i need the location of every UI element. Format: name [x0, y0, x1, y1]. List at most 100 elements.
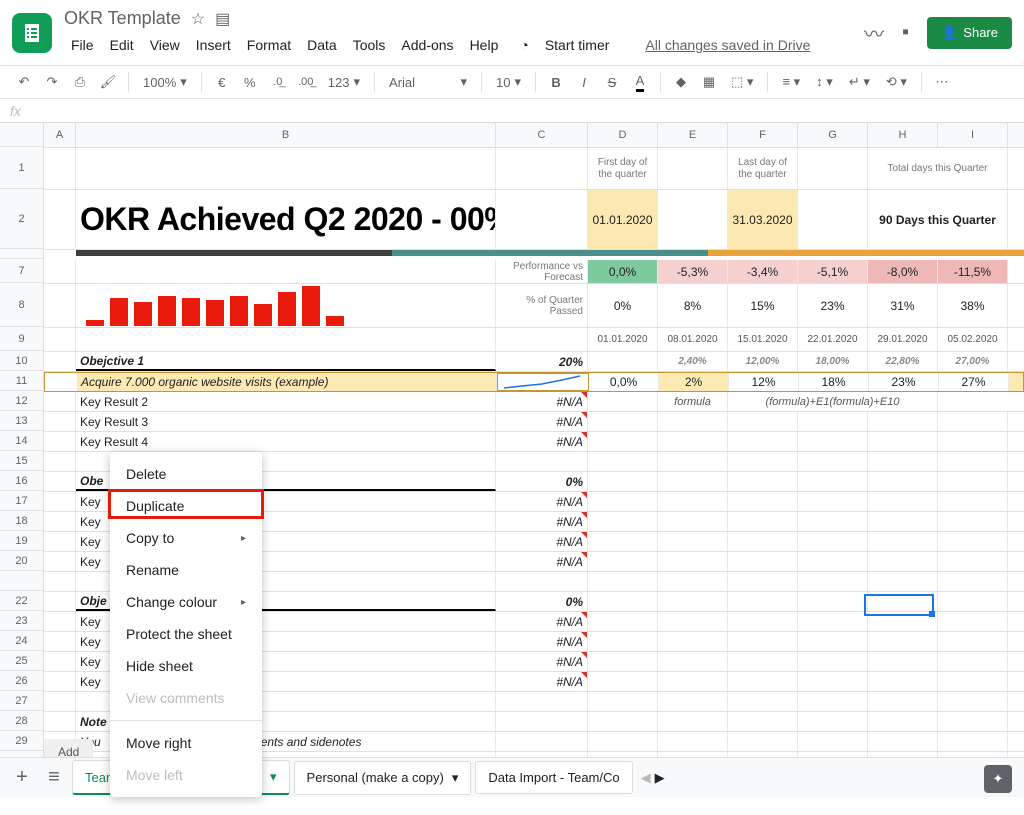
row-header[interactable]: 19	[0, 531, 43, 551]
menu-edit[interactable]: Edit	[103, 33, 141, 57]
ctx-move-right[interactable]: Move right	[110, 727, 262, 759]
days-quarter[interactable]: 90 Days this Quarter	[868, 190, 1008, 249]
sparkline-cell[interactable]	[497, 373, 589, 391]
wrap-button[interactable]: ↵ ▾	[843, 72, 876, 92]
bold-button[interactable]: B	[544, 70, 568, 94]
all-sheets-button[interactable]: ≡	[40, 764, 68, 792]
row-header[interactable]: 28	[0, 711, 43, 731]
ctx-duplicate[interactable]: Duplicate	[110, 490, 262, 522]
date[interactable]: 22.01.2020	[798, 328, 868, 351]
row-header[interactable]: 15	[0, 451, 43, 471]
fill-color-button[interactable]: ◆	[669, 70, 693, 94]
perf-val[interactable]: -5,1%	[798, 260, 868, 283]
pct-val[interactable]: 0%	[588, 284, 658, 327]
pct-val[interactable]: 15%	[728, 284, 798, 327]
row-header[interactable]	[0, 571, 43, 591]
row-header[interactable]: 10	[0, 351, 43, 371]
date[interactable]: 05.02.2020	[938, 328, 1008, 351]
col-header[interactable]: G	[798, 123, 868, 147]
row-header[interactable]: 8	[0, 283, 43, 327]
timer-icon[interactable]: ◔	[513, 33, 535, 57]
explore-button[interactable]: ✦	[984, 765, 1012, 793]
sheet-next-button[interactable]: ▶	[655, 770, 665, 786]
app-logo[interactable]	[12, 13, 52, 53]
perf-val[interactable]: -8,0%	[868, 260, 938, 283]
perf-label[interactable]: Performance vs Forecast	[496, 260, 588, 283]
pct-val[interactable]: 38%	[938, 284, 1008, 327]
col-header[interactable]: E	[658, 123, 728, 147]
ctx-hide[interactable]: Hide sheet	[110, 650, 262, 682]
col-header[interactable]: B	[76, 123, 496, 147]
italic-button[interactable]: I	[572, 70, 596, 94]
row-header[interactable]: 14	[0, 431, 43, 451]
halign-button[interactable]: ≡ ▾	[776, 72, 806, 92]
row-header[interactable]: 1	[0, 147, 43, 189]
text-color-button[interactable]: A	[628, 70, 652, 94]
col-header[interactable]: H	[868, 123, 938, 147]
col-header[interactable]: I	[938, 123, 1008, 147]
move-icon[interactable]: ▤	[215, 9, 230, 29]
objective-example[interactable]: Acquire 7.000 organic website visits (ex…	[77, 373, 497, 391]
pct-val[interactable]: 23%	[798, 284, 868, 327]
ctx-delete[interactable]: Delete	[110, 458, 262, 490]
add-sheet-button[interactable]: +	[8, 764, 36, 792]
row-header[interactable]: 2	[0, 189, 43, 249]
ctx-protect[interactable]: Protect the sheet	[110, 618, 262, 650]
col-header[interactable]: F	[728, 123, 798, 147]
menu-file[interactable]: File	[64, 33, 101, 57]
save-status[interactable]: All changes saved in Drive	[638, 33, 817, 57]
menu-addons[interactable]: Add-ons	[394, 33, 460, 57]
menu-view[interactable]: View	[143, 33, 187, 57]
perf-val[interactable]: -3,4%	[728, 260, 798, 283]
menu-insert[interactable]: Insert	[189, 33, 238, 57]
increase-decimal-button[interactable]: .00̲	[294, 70, 318, 94]
row-header[interactable]: 12	[0, 391, 43, 411]
menu-timer[interactable]: Start timer	[538, 33, 617, 57]
last-day-label[interactable]: Last day of the quarter	[728, 148, 798, 189]
row-header[interactable]: 23	[0, 611, 43, 631]
zoom-select[interactable]: 100% ▾	[137, 72, 193, 92]
row-header[interactable]: 26	[0, 671, 43, 691]
rotate-button[interactable]: ⟲ ▾	[880, 72, 913, 92]
objective-title[interactable]: Obejctive 1	[76, 352, 496, 371]
pct-val[interactable]: 31%	[868, 284, 938, 327]
ctx-rename[interactable]: Rename	[110, 554, 262, 586]
row-header[interactable]	[0, 249, 43, 259]
row-header[interactable]: 7	[0, 259, 43, 283]
decrease-decimal-button[interactable]: .0̲	[266, 70, 290, 94]
comment-icon[interactable]: ▪	[902, 21, 909, 44]
col-header[interactable]: D	[588, 123, 658, 147]
row-header[interactable]: 13	[0, 411, 43, 431]
row-header[interactable]: 24	[0, 631, 43, 651]
date[interactable]: 29.01.2020	[868, 328, 938, 351]
col-header[interactable]: C	[496, 123, 588, 147]
row-header[interactable]: 11	[0, 371, 43, 391]
select-all-corner[interactable]	[0, 123, 43, 147]
print-button[interactable]: ⎙	[68, 70, 92, 94]
menu-tools[interactable]: Tools	[346, 33, 393, 57]
sheet-tab[interactable]: Data Import - Team/Co	[475, 761, 632, 794]
objective-pct[interactable]: 20%	[496, 352, 588, 371]
borders-button[interactable]: ▦	[697, 70, 721, 94]
ctx-change-colour[interactable]: Change colour▸	[110, 586, 262, 618]
merge-button[interactable]: ⬚ ▾	[725, 72, 759, 92]
first-day-value[interactable]: 01.01.2020	[588, 190, 658, 249]
row-header[interactable]: 27	[0, 691, 43, 711]
percent-button[interactable]: %	[238, 70, 262, 94]
last-day-value[interactable]: 31.03.2020	[728, 190, 798, 249]
row-header[interactable]: 18	[0, 511, 43, 531]
col-header[interactable]: A	[44, 123, 76, 147]
redo-button[interactable]: ↷	[40, 70, 64, 94]
more-button[interactable]: ⋯	[930, 70, 954, 94]
strike-button[interactable]: S	[600, 70, 624, 94]
first-day-label[interactable]: First day of the quarter	[588, 148, 658, 189]
row-header[interactable]: 22	[0, 591, 43, 611]
share-button[interactable]: 👤 Share	[927, 17, 1012, 49]
currency-eur-button[interactable]: €	[210, 70, 234, 94]
row-header[interactable]: 20	[0, 551, 43, 571]
row-header[interactable]: 17	[0, 491, 43, 511]
menu-data[interactable]: Data	[300, 33, 344, 57]
row-header[interactable]: 16	[0, 471, 43, 491]
doc-title[interactable]: OKR Template	[64, 8, 181, 29]
menu-help[interactable]: Help	[463, 33, 506, 57]
